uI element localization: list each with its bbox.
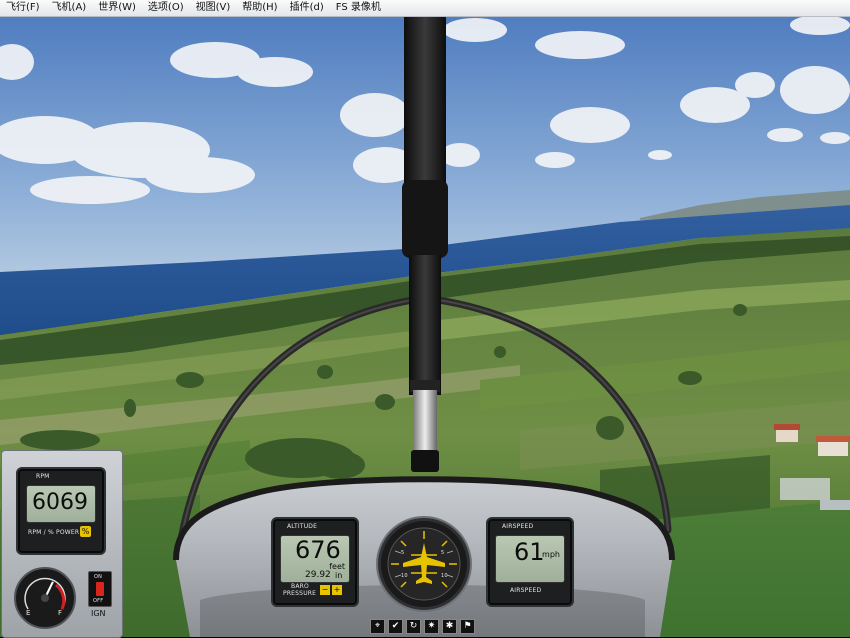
menu-flight[interactable]: 飞行(F) <box>0 0 46 16</box>
baro-label-2: PRESSURE <box>283 590 317 597</box>
fuel-full-mark: F <box>58 609 63 617</box>
tach-display: 6069 <box>26 485 96 523</box>
ignition-toggle[interactable] <box>96 582 104 596</box>
altitude-value: 676 <box>295 536 341 564</box>
checklist-icon[interactable]: ✔ <box>388 619 403 634</box>
atc-icon[interactable]: ✷ <box>424 619 439 634</box>
baro-decrease-button[interactable]: − <box>320 585 330 595</box>
gps-icon[interactable]: ⌖ <box>370 619 385 634</box>
tachometer-gauge: RPM 6069 RPM / % POWER % <box>16 467 106 555</box>
menu-options[interactable]: 选项(O) <box>142 0 190 16</box>
left-instrument-panel: RPM 6069 RPM / % POWER % E F ON OFF IGN <box>1 450 123 638</box>
baro-increase-button[interactable]: + <box>332 585 342 595</box>
airspeed-unit: mph <box>542 550 560 559</box>
tower-icon[interactable]: ⚑ <box>460 619 475 634</box>
menu-help[interactable]: 帮助(H) <box>236 0 283 16</box>
baro-unit: in <box>335 571 343 580</box>
baro-label-1: BARO <box>291 583 309 590</box>
altitude-unit: feet <box>329 562 345 571</box>
altimeter-display: 676 feet 29.92 in <box>280 535 350 583</box>
menu-fs-recorder[interactable]: FS 录像机 <box>330 0 387 16</box>
fuel-gauge: E F <box>14 567 76 629</box>
altimeter-top-label: ALTITUDE <box>287 523 318 530</box>
kneeboard-icon[interactable]: ↻ <box>406 619 421 634</box>
fuel-empty-mark: E <box>26 609 31 617</box>
attitude-tick-5-left: 5 <box>401 550 405 556</box>
tach-bottom-label: RPM / % POWER <box>28 529 80 536</box>
ignition-caption: IGN <box>91 609 106 618</box>
attitude-dial <box>387 527 461 601</box>
menu-aircraft[interactable]: 飞机(A) <box>46 0 93 16</box>
attitude-tick-5-right: 5 <box>441 550 445 556</box>
ignition-switch[interactable]: ON OFF <box>88 571 112 607</box>
attitude-tick-10-right: 10 <box>441 573 448 579</box>
baro-value: 29.92 <box>305 570 331 580</box>
menu-world[interactable]: 世界(W) <box>92 0 142 16</box>
tach-value: 6069 <box>32 490 88 515</box>
ignition-on-label: ON <box>94 574 103 580</box>
menu-addons[interactable]: 插件(d) <box>284 0 330 16</box>
airspeed-display: 61 mph <box>495 535 565 583</box>
panel-toolbar: ⌖ ✔ ↻ ✷ ✱ ⚑ <box>370 619 475 634</box>
attitude-tick-10-left: 10 <box>401 573 408 579</box>
airspeed-gauge: AIRSPEED 61 mph AIRSPEED <box>486 517 574 607</box>
map-icon[interactable]: ✱ <box>442 619 457 634</box>
airspeed-top-label: AIRSPEED <box>502 523 534 530</box>
fuel-gauge-dial <box>24 577 66 610</box>
ignition-off-label: OFF <box>93 598 104 604</box>
altimeter-gauge: ALTITUDE 676 feet 29.92 in BARO PRESSURE… <box>271 517 359 607</box>
attitude-indicator: 5 5 10 10 <box>378 518 470 610</box>
percent-icon[interactable]: % <box>80 526 91 537</box>
menu-views[interactable]: 视图(V) <box>190 0 237 16</box>
tach-top-label: RPM <box>36 473 50 480</box>
airspeed-value: 61 <box>514 538 545 566</box>
menu-bar: 飞行(F) 飞机(A) 世界(W) 选项(O) 视图(V) 帮助(H) 插件(d… <box>0 0 850 17</box>
airspeed-bottom-label: AIRSPEED <box>510 587 542 594</box>
